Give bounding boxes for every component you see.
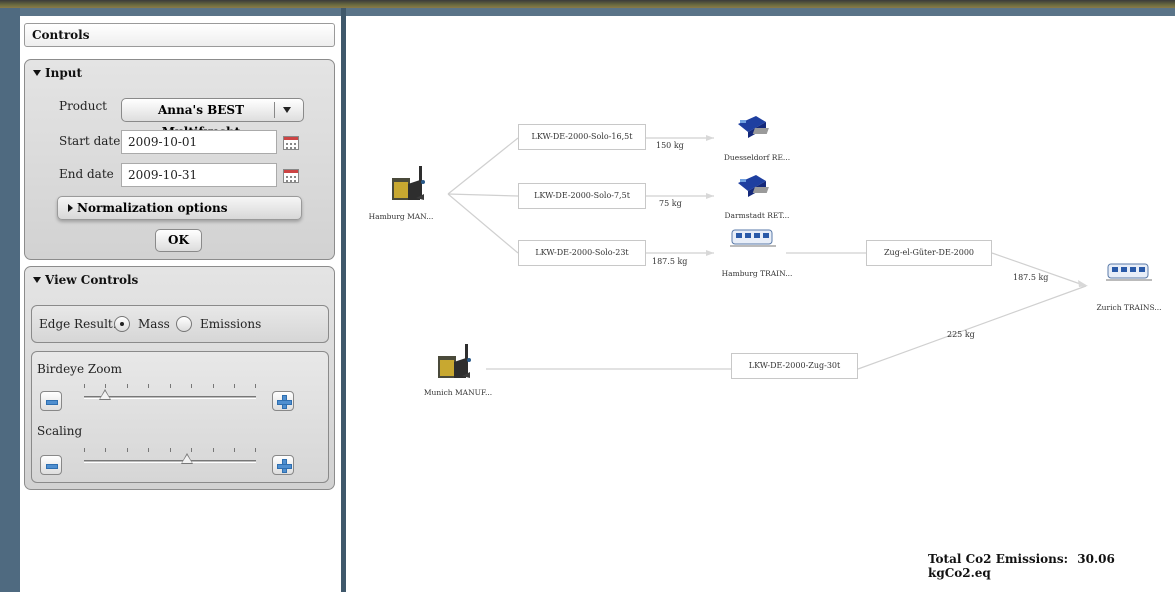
birdeye-slider-thumb[interactable] xyxy=(98,389,111,400)
train-icon[interactable] xyxy=(730,224,778,254)
input-panel-title: Input xyxy=(45,66,82,80)
left-frame-strip xyxy=(0,8,20,592)
end-date-label: End date xyxy=(59,167,114,181)
factory-icon[interactable] xyxy=(436,342,480,386)
zoom-scaling-group: Birdeye Zoom Scaling xyxy=(31,351,329,483)
end-date-input[interactable] xyxy=(121,163,277,187)
product-label: Product xyxy=(59,99,107,113)
duesseldorf-retail-label: Duesseldorf RE... xyxy=(723,153,791,162)
birdeye-zoom-slider[interactable] xyxy=(84,380,256,410)
normalization-options-label: Normalization options xyxy=(77,201,228,215)
ok-button[interactable]: OK xyxy=(155,229,202,252)
transport-node[interactable]: LKW-DE-2000-Solo-7,5t xyxy=(518,183,646,209)
edge-result-label: Edge Result: xyxy=(39,317,117,331)
window-top-bar xyxy=(0,0,1175,8)
emissions-label: Emissions xyxy=(200,317,262,331)
scaling-slider-track xyxy=(84,460,256,463)
scaling-decrease-button[interactable] xyxy=(40,455,62,475)
birdeye-zoom-label: Birdeye Zoom xyxy=(37,362,123,376)
transport-node[interactable]: LKW-DE-2000-Solo-16,5t xyxy=(518,124,646,150)
chevron-down-icon xyxy=(283,107,291,113)
start-date-input[interactable] xyxy=(121,130,277,154)
edge-weight-label: 187.5 kg xyxy=(1013,273,1049,282)
scaling-slider[interactable] xyxy=(84,444,256,474)
edge-weight-label: 150 kg xyxy=(656,141,684,150)
transport-node[interactable]: Zug-el-Güter-DE-2000 xyxy=(866,240,992,266)
expand-arrow-icon xyxy=(68,204,73,212)
munich-manufacturer-label: Munich MANUF... xyxy=(423,388,493,397)
input-panel: Input Product Anna's BEST Multifrucht St… xyxy=(24,59,335,260)
scaling-slider-thumb[interactable] xyxy=(181,453,194,464)
transport-node[interactable]: LKW-DE-2000-Solo-23t xyxy=(518,240,646,266)
product-dropdown[interactable]: Anna's BEST Multifrucht xyxy=(121,98,304,139)
collapse-arrow-icon xyxy=(33,70,41,76)
controls-sidebar: Controls Input Product Anna's BEST Multi… xyxy=(20,16,341,592)
start-date-label: Start date xyxy=(59,134,121,148)
calendar-icon[interactable] xyxy=(283,136,299,150)
darmstadt-retail-label: Darmstadt RET... xyxy=(724,211,790,220)
calendar-icon[interactable] xyxy=(283,169,299,183)
factory-icon[interactable] xyxy=(390,164,434,208)
train-icon[interactable] xyxy=(1106,258,1154,288)
input-panel-toggle[interactable]: Input xyxy=(33,66,82,80)
emissions-radio[interactable] xyxy=(176,316,192,332)
scaling-label: Scaling xyxy=(37,424,83,438)
mass-radio[interactable] xyxy=(114,316,130,332)
collapse-arrow-icon xyxy=(33,277,41,283)
dropdown-separator xyxy=(274,102,275,118)
total-emissions-label: Total Co2 Emissions: xyxy=(928,552,1069,566)
birdeye-zoom-out-button[interactable] xyxy=(40,391,62,411)
edge-weight-label: 75 kg xyxy=(659,199,682,208)
edge-weight-label: 187.5 kg xyxy=(652,257,688,266)
mass-label: Mass xyxy=(138,317,170,331)
graph-canvas[interactable]: Hamburg MAN... Munich MANUF... LKW-DE-20… xyxy=(346,16,1175,592)
birdeye-zoom-in-button[interactable] xyxy=(272,391,294,411)
edge-weight-label: 225 kg xyxy=(947,330,975,339)
view-controls-panel: View Controls Edge Result: Mass Emission… xyxy=(24,266,335,490)
controls-header: Controls xyxy=(24,23,335,47)
retail-store-icon[interactable] xyxy=(736,173,778,203)
total-emissions: Total Co2 Emissions: 30.06 kgCo2.eq xyxy=(928,552,1175,580)
view-controls-title: View Controls xyxy=(45,273,139,287)
view-controls-toggle[interactable]: View Controls xyxy=(33,273,138,287)
hamburg-train-station-label: Hamburg TRAIN... xyxy=(721,269,793,278)
zurich-train-station-label: Zurich TRAINS... xyxy=(1096,303,1162,312)
edge-result-group: Edge Result: Mass Emissions xyxy=(31,305,329,343)
graph-edges xyxy=(447,135,1088,370)
retail-store-icon[interactable] xyxy=(736,114,778,144)
scaling-increase-button[interactable] xyxy=(272,455,294,475)
transport-node[interactable]: LKW-DE-2000-Zug-30t xyxy=(731,353,858,379)
hamburg-manufacturer-label: Hamburg MAN... xyxy=(368,212,434,221)
normalization-options-toggle[interactable]: Normalization options xyxy=(57,196,302,220)
